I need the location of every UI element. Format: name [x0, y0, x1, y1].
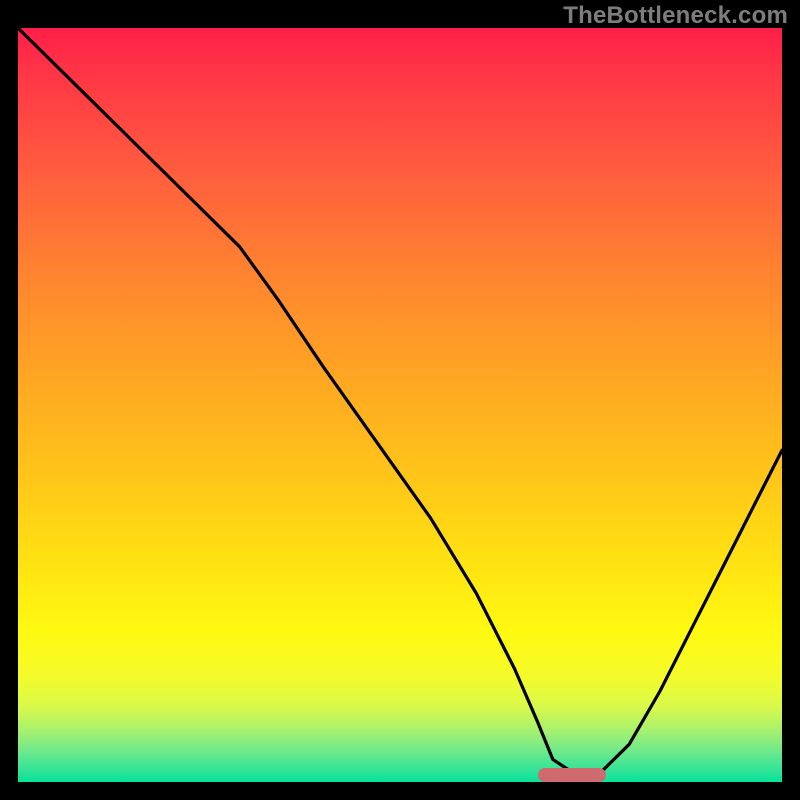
- chart-frame: TheBottleneck.com: [0, 0, 800, 800]
- optimal-marker: [538, 768, 607, 782]
- watermark-text: TheBottleneck.com: [563, 2, 788, 30]
- plot-area: [18, 28, 782, 782]
- curve-path: [18, 28, 782, 775]
- bottleneck-curve: [18, 28, 782, 782]
